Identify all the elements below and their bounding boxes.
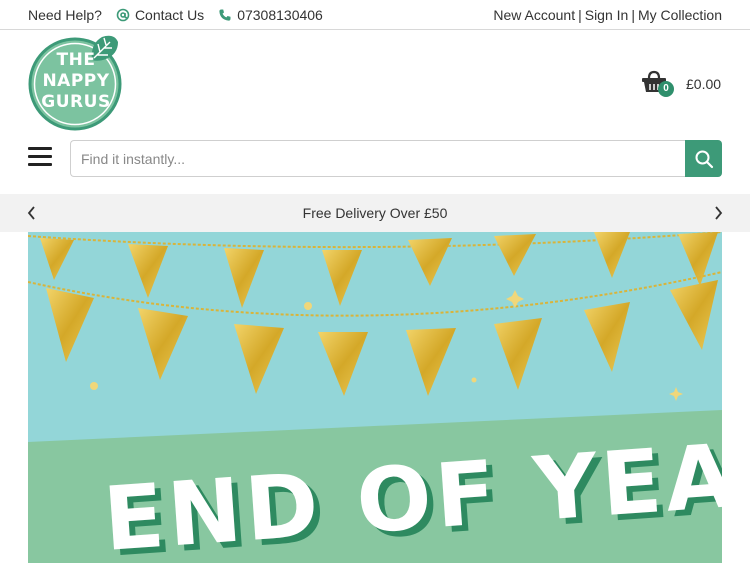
phone-icon — [218, 8, 232, 22]
logo-line-2: NAPPY — [42, 71, 110, 91]
promo-bar: Free Delivery Over £50 — [0, 194, 750, 232]
hamburger-icon[interactable] — [28, 147, 52, 169]
account-links: New Account | Sign In | My Collection — [493, 7, 722, 23]
phone-number: 07308130406 — [237, 7, 323, 23]
new-account-link[interactable]: New Account — [493, 7, 575, 23]
cart-total: £0.00 — [686, 76, 722, 92]
logo-line-1: THE — [56, 50, 96, 70]
cart-count-badge: 0 — [658, 81, 674, 97]
search-button[interactable] — [685, 140, 722, 177]
site-logo[interactable]: THE NAPPY GURUS — [28, 35, 124, 132]
logo-text: THE NAPPY GURUS — [28, 50, 124, 113]
chevron-right-icon[interactable] — [711, 205, 725, 221]
contact-us-link[interactable]: Contact Us — [116, 7, 204, 23]
phone-link[interactable]: 07308130406 — [218, 7, 323, 23]
help-links: Need Help? Contact Us 07308130406 — [28, 7, 337, 23]
need-help-label: Need Help? — [28, 7, 102, 23]
separator: | — [631, 7, 635, 23]
top-utility-bar: Need Help? Contact Us 07308130406 New Ac… — [0, 0, 750, 30]
promo-message: Free Delivery Over £50 — [302, 205, 448, 221]
contact-us-label: Contact Us — [134, 7, 205, 23]
sign-in-link[interactable]: Sign In — [585, 7, 629, 23]
at-icon — [116, 8, 130, 22]
search-field — [70, 140, 686, 177]
search-input[interactable] — [71, 141, 686, 176]
hero-banner[interactable]: END OF YEAR END OF YEAR — [28, 232, 722, 563]
logo-line-3: GURUS — [41, 92, 111, 112]
search-icon — [694, 149, 714, 169]
separator: | — [578, 7, 582, 23]
my-collection-link[interactable]: My Collection — [638, 7, 722, 23]
banner-artwork: END OF YEAR END OF YEAR — [28, 232, 722, 563]
